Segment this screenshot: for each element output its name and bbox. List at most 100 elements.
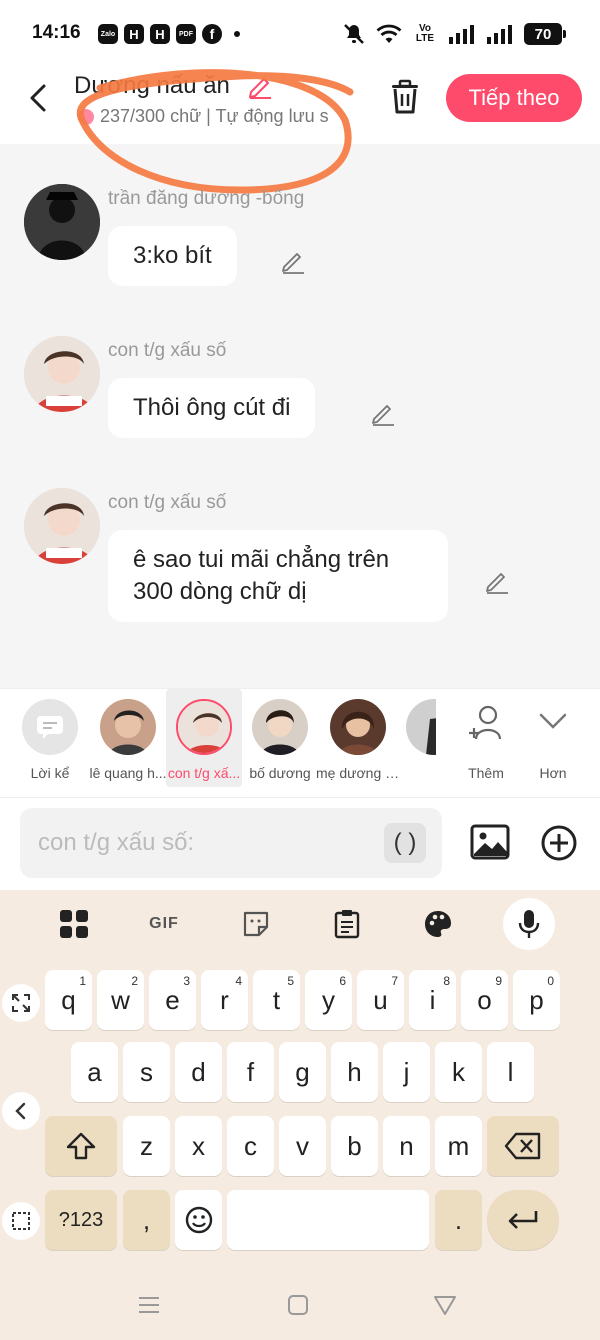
status-time: 14:16 — [32, 22, 81, 43]
wifi-icon — [376, 24, 402, 43]
key-q[interactable]: q1 — [45, 970, 92, 1030]
message-bubble[interactable]: ê sao tui mãi chẳng trên 300 dòng chữ dị — [108, 530, 448, 622]
key-x[interactable]: x — [175, 1116, 222, 1176]
more-notifications-dot — [234, 31, 240, 37]
key-n[interactable]: n — [383, 1116, 430, 1176]
avatar[interactable] — [24, 488, 100, 564]
key-z[interactable]: z — [123, 1116, 170, 1176]
shift-key[interactable] — [45, 1116, 117, 1176]
volte-indicator: Vo LTE — [415, 23, 435, 44]
character-name: Lời kể — [30, 765, 70, 781]
select-text-icon[interactable] — [2, 1202, 40, 1240]
avatar — [100, 699, 156, 755]
edit-title-pencil-icon[interactable] — [246, 72, 274, 100]
home-icon[interactable] — [285, 1292, 311, 1318]
message-bubble[interactable]: Thôi ông cút đi — [108, 378, 316, 438]
key-e[interactable]: e3 — [149, 970, 196, 1030]
action-parentheses-button[interactable]: ( ) — [384, 823, 426, 863]
more-label: Hơn — [539, 765, 567, 781]
message-input[interactable] — [38, 808, 378, 878]
character-narrator[interactable]: Lời kể — [12, 689, 88, 787]
image-icon[interactable] — [470, 822, 510, 862]
signal-icon — [449, 25, 474, 44]
key-t[interactable]: t5 — [253, 970, 300, 1030]
system-nav-bar — [0, 1270, 600, 1340]
pdf-icon: PDF — [176, 24, 196, 44]
add-plus-icon[interactable] — [540, 824, 578, 862]
key-o[interactable]: o9 — [461, 970, 508, 1030]
key-f[interactable]: f — [227, 1042, 274, 1102]
key-j[interactable]: j — [383, 1042, 430, 1102]
apps-grid-icon[interactable] — [52, 902, 96, 946]
gif-button[interactable]: GIF — [142, 902, 186, 946]
compose-bar: ( ) — [0, 798, 600, 890]
key-p[interactable]: p0 — [513, 970, 560, 1030]
clipboard-icon[interactable] — [325, 902, 369, 946]
character-item-partial[interactable] — [396, 689, 436, 787]
word-count-text: 237/300 chữ | Tự động lưu s — [100, 106, 329, 126]
edit-pencil-icon[interactable] — [280, 248, 306, 274]
period-key[interactable]: . — [435, 1190, 482, 1250]
key-b[interactable]: b — [331, 1116, 378, 1176]
edit-pencil-icon[interactable] — [484, 568, 510, 594]
key-i[interactable]: i8 — [409, 970, 456, 1030]
key-s[interactable]: s — [123, 1042, 170, 1102]
character-item[interactable]: mẹ dương trần đ — [316, 689, 400, 787]
key-a[interactable]: a — [71, 1042, 118, 1102]
collapse-keyboard-icon[interactable] — [2, 1092, 40, 1130]
recent-apps-icon[interactable] — [136, 1292, 162, 1318]
key-h[interactable]: h — [331, 1042, 378, 1102]
avatar[interactable] — [24, 184, 100, 260]
edit-pencil-icon[interactable] — [370, 400, 396, 426]
key-g[interactable]: g — [279, 1042, 326, 1102]
back-triangle-icon[interactable] — [432, 1292, 458, 1318]
editor-header: Dương nấu ăn 237/300 chữ | Tự động lưu s… — [0, 64, 600, 144]
story-title[interactable]: Dương nấu ăn — [74, 72, 230, 100]
character-name: lê quang h... — [89, 765, 167, 781]
key-u[interactable]: u7 — [357, 970, 404, 1030]
theme-palette-icon[interactable] — [416, 902, 460, 946]
mute-icon — [344, 24, 364, 44]
message-bubble[interactable]: 3:ko bít — [108, 226, 237, 286]
key-m[interactable]: m — [435, 1116, 482, 1176]
back-arrow-icon[interactable] — [24, 78, 54, 118]
message-input-box: ( ) — [20, 808, 442, 878]
microphone-icon[interactable] — [503, 898, 555, 950]
symbols-key[interactable]: ?123 — [45, 1190, 117, 1250]
key-w[interactable]: w2 — [97, 970, 144, 1030]
avatar — [252, 699, 308, 755]
key-c[interactable]: c — [227, 1116, 274, 1176]
next-button[interactable]: Tiếp theo — [446, 74, 582, 122]
key-d[interactable]: d — [175, 1042, 222, 1102]
character-name: con t/g xấ... — [167, 765, 241, 781]
h-app-icon: H — [124, 24, 144, 44]
backspace-key[interactable] — [487, 1116, 559, 1176]
sticker-icon[interactable] — [234, 902, 278, 946]
key-l[interactable]: l — [487, 1042, 534, 1102]
more-characters-button[interactable]: Hơn — [515, 689, 591, 787]
character-name: mẹ dương trần đ — [316, 765, 400, 781]
key-k[interactable]: k — [435, 1042, 482, 1102]
character-item-selected[interactable]: con t/g xấ... — [166, 689, 242, 787]
trash-icon[interactable] — [387, 78, 423, 116]
backspace-icon — [504, 1132, 541, 1160]
comma-key[interactable]: , — [123, 1190, 170, 1250]
h-app-icon-2: H — [150, 24, 170, 44]
key-v[interactable]: v — [279, 1116, 326, 1176]
enter-icon — [508, 1211, 538, 1229]
resize-keyboard-icon[interactable] — [2, 984, 40, 1022]
space-key[interactable] — [227, 1190, 429, 1250]
key-y[interactable]: y6 — [305, 970, 352, 1030]
avatar — [176, 699, 232, 755]
sender-name: con t/g xấu số — [108, 492, 227, 513]
avatar[interactable] — [24, 336, 100, 412]
character-item[interactable]: lê quang h... — [89, 689, 167, 787]
emoji-key[interactable] — [175, 1190, 222, 1250]
enter-key[interactable] — [487, 1190, 559, 1250]
chevron-down-icon — [539, 713, 567, 729]
zalo-icon: Zalo — [98, 24, 118, 44]
emoji-icon — [185, 1206, 212, 1234]
key-r[interactable]: r4 — [201, 970, 248, 1030]
character-item[interactable]: bố dương — [242, 689, 318, 787]
character-name: bố dương — [249, 765, 311, 781]
